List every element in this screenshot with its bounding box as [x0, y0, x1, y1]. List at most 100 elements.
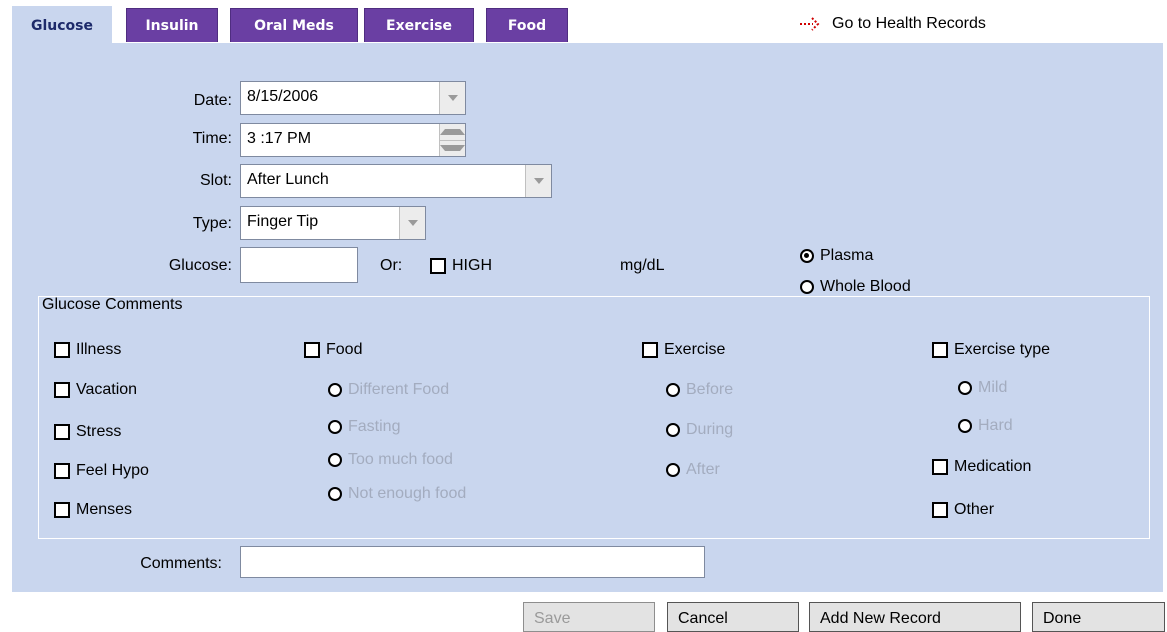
plasma-radio[interactable] [800, 249, 814, 263]
whole-blood-option[interactable]: Whole Blood [800, 277, 911, 297]
tab-food[interactable]: Food [486, 8, 568, 42]
date-dropdown-button[interactable] [439, 82, 465, 114]
spin-down-icon[interactable] [440, 139, 465, 157]
illness-option[interactable]: Illness [54, 340, 121, 360]
hard-option[interactable]: Hard [958, 416, 1013, 436]
medication-checkbox[interactable] [932, 459, 948, 475]
illness-label: Illness [76, 341, 122, 358]
after-option[interactable]: After [666, 460, 720, 480]
too-much-food-label: Too much food [348, 451, 453, 468]
slot-label: Slot: [199, 172, 232, 189]
other-label: Other [954, 501, 995, 518]
glucose-unit: mg/dL [620, 257, 665, 274]
before-label: Before [686, 381, 734, 398]
exercise-type-checkbox[interactable] [932, 342, 948, 358]
exercise-type-label: Exercise type [954, 341, 1051, 358]
plasma-option[interactable]: Plasma [800, 246, 873, 266]
menses-checkbox[interactable] [54, 502, 70, 518]
after-radio[interactable] [666, 463, 680, 477]
medication-label: Medication [954, 458, 1032, 475]
whole-blood-label: Whole Blood [820, 278, 911, 295]
fasting-radio[interactable] [328, 420, 342, 434]
plasma-label: Plasma [820, 247, 874, 264]
other-checkbox[interactable] [932, 502, 948, 518]
whole-blood-radio[interactable] [800, 280, 814, 294]
food-option[interactable]: Food [304, 340, 362, 360]
chevron-down-icon [407, 220, 418, 226]
slot-dropdown-button[interactable] [525, 165, 551, 197]
medication-option[interactable]: Medication [932, 457, 1031, 477]
feel-hypo-checkbox[interactable] [54, 463, 70, 479]
done-button[interactable]: Done [1032, 602, 1165, 632]
illness-checkbox[interactable] [54, 342, 70, 358]
comments-label: Comments: [140, 555, 222, 572]
glucose-label: Glucose: [168, 257, 232, 274]
fasting-option[interactable]: Fasting [328, 417, 400, 437]
stress-option[interactable]: Stress [54, 422, 121, 442]
save-button[interactable]: Save [523, 602, 655, 632]
date-label: Date: [193, 92, 232, 109]
during-label: During [686, 421, 734, 438]
mild-label: Mild [978, 379, 1008, 396]
during-radio[interactable] [666, 423, 680, 437]
stress-checkbox[interactable] [54, 424, 70, 440]
not-enough-food-radio[interactable] [328, 487, 342, 501]
type-dropdown-button[interactable] [399, 207, 425, 239]
too-much-food-radio[interactable] [328, 453, 342, 467]
time-label: Time: [192, 130, 232, 147]
too-much-food-option[interactable]: Too much food [328, 450, 453, 470]
other-option[interactable]: Other [932, 500, 994, 520]
type-label: Type: [192, 215, 232, 232]
high-checkbox[interactable] [430, 258, 446, 274]
mild-radio[interactable] [958, 381, 972, 395]
after-label: After [686, 461, 720, 478]
food-label: Food [326, 341, 363, 358]
exercise-checkbox[interactable] [642, 342, 658, 358]
go-to-health-records-link[interactable]: Go to Health Records [800, 12, 986, 36]
chevron-down-icon [447, 95, 458, 101]
menses-option[interactable]: Menses [54, 500, 132, 520]
before-option[interactable]: Before [666, 380, 733, 400]
date-field[interactable]: 8/15/2006 [240, 81, 466, 115]
hard-label: Hard [978, 417, 1013, 434]
tab-exercise[interactable]: Exercise [364, 8, 474, 42]
not-enough-food-label: Not enough food [348, 485, 467, 502]
spin-up-icon[interactable] [440, 124, 465, 140]
exercise-label: Exercise [664, 341, 726, 358]
exercise-type-option[interactable]: Exercise type [932, 340, 1050, 360]
chevron-down-icon [533, 178, 544, 184]
cancel-button[interactable]: Cancel [667, 602, 799, 632]
stress-label: Stress [76, 423, 122, 440]
vacation-label: Vacation [76, 381, 138, 398]
vacation-checkbox[interactable] [54, 382, 70, 398]
comments-input[interactable] [240, 546, 705, 578]
high-option[interactable]: HIGH [430, 256, 492, 276]
glucose-input[interactable] [240, 247, 358, 283]
or-label: Or: [380, 257, 403, 274]
add-new-record-button[interactable]: Add New Record [809, 602, 1021, 632]
time-field[interactable]: 3 :17 PM [240, 123, 466, 157]
different-food-radio[interactable] [328, 383, 342, 397]
exercise-option[interactable]: Exercise [642, 340, 725, 360]
fasting-label: Fasting [348, 418, 401, 435]
not-enough-food-option[interactable]: Not enough food [328, 484, 466, 504]
different-food-option[interactable]: Different Food [328, 380, 449, 400]
during-option[interactable]: During [666, 420, 733, 440]
different-food-label: Different Food [348, 381, 450, 398]
mild-option[interactable]: Mild [958, 378, 1007, 398]
tab-glucose[interactable]: Glucose [12, 6, 112, 44]
health-records-label: Go to Health Records [832, 15, 986, 32]
tab-insulin[interactable]: Insulin [126, 8, 218, 42]
high-label: HIGH [452, 257, 492, 274]
tab-oral-meds[interactable]: Oral Meds [230, 8, 358, 42]
vacation-option[interactable]: Vacation [54, 380, 137, 400]
before-radio[interactable] [666, 383, 680, 397]
slot-select[interactable]: After Lunch [240, 164, 552, 198]
dotted-arrow-icon [800, 16, 822, 32]
feel-hypo-label: Feel Hypo [76, 462, 149, 479]
feel-hypo-option[interactable]: Feel Hypo [54, 461, 149, 481]
glucose-form-panel: Date: 8/15/2006 Time: 3 :17 PM Slot: Aft… [12, 43, 1163, 592]
time-spinner[interactable] [439, 124, 465, 156]
hard-radio[interactable] [958, 419, 972, 433]
food-checkbox[interactable] [304, 342, 320, 358]
